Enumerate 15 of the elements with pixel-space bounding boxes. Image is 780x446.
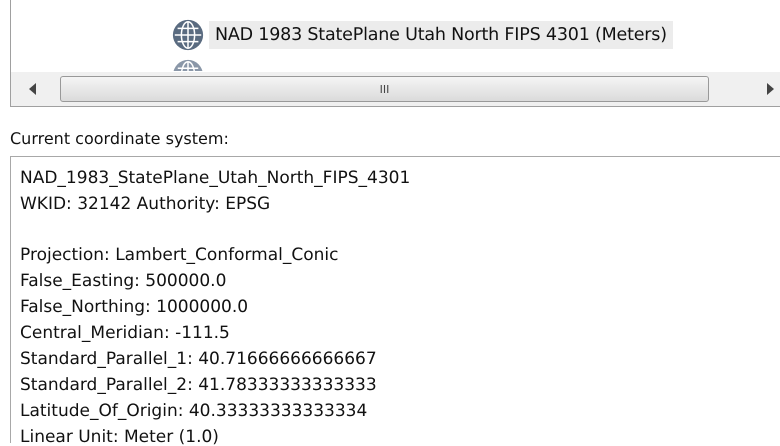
- scrollbar-thumb[interactable]: III: [60, 76, 709, 102]
- coordinate-list[interactable]: NAD 1983 StatePlane Utah North FIPS 4301 (Meters) III: [10, 0, 780, 107]
- property-line: Latitude_Of_Origin: 40.33333333333334: [20, 400, 368, 423]
- property-line: False_Northing: 1000000.0: [20, 296, 248, 319]
- property-line: Central_Meridian: -111.5: [20, 322, 230, 345]
- property-line: WKID: 32142 Authority: EPSG: [20, 193, 270, 216]
- property-line: False_Easting: 500000.0: [20, 270, 226, 293]
- property-line: Standard_Parallel_2: 41.78333333333333: [20, 374, 377, 397]
- property-line: NAD_1983_StatePlane_Utah_North_FIPS_4301: [20, 167, 410, 190]
- property-line: Projection: Lambert_Conformal_Conic: [20, 244, 338, 267]
- current-system-label: Current coordinate system:: [10, 129, 229, 148]
- horizontal-scrollbar[interactable]: III: [11, 72, 780, 106]
- property-line: Linear Unit: Meter (1.0): [20, 426, 219, 446]
- list-item[interactable]: NAD 1983 StatePlane Utah North FIPS 4301 (Meters): [209, 20, 673, 48]
- property-line: Standard_Parallel_1: 40.71666666666667: [20, 348, 377, 371]
